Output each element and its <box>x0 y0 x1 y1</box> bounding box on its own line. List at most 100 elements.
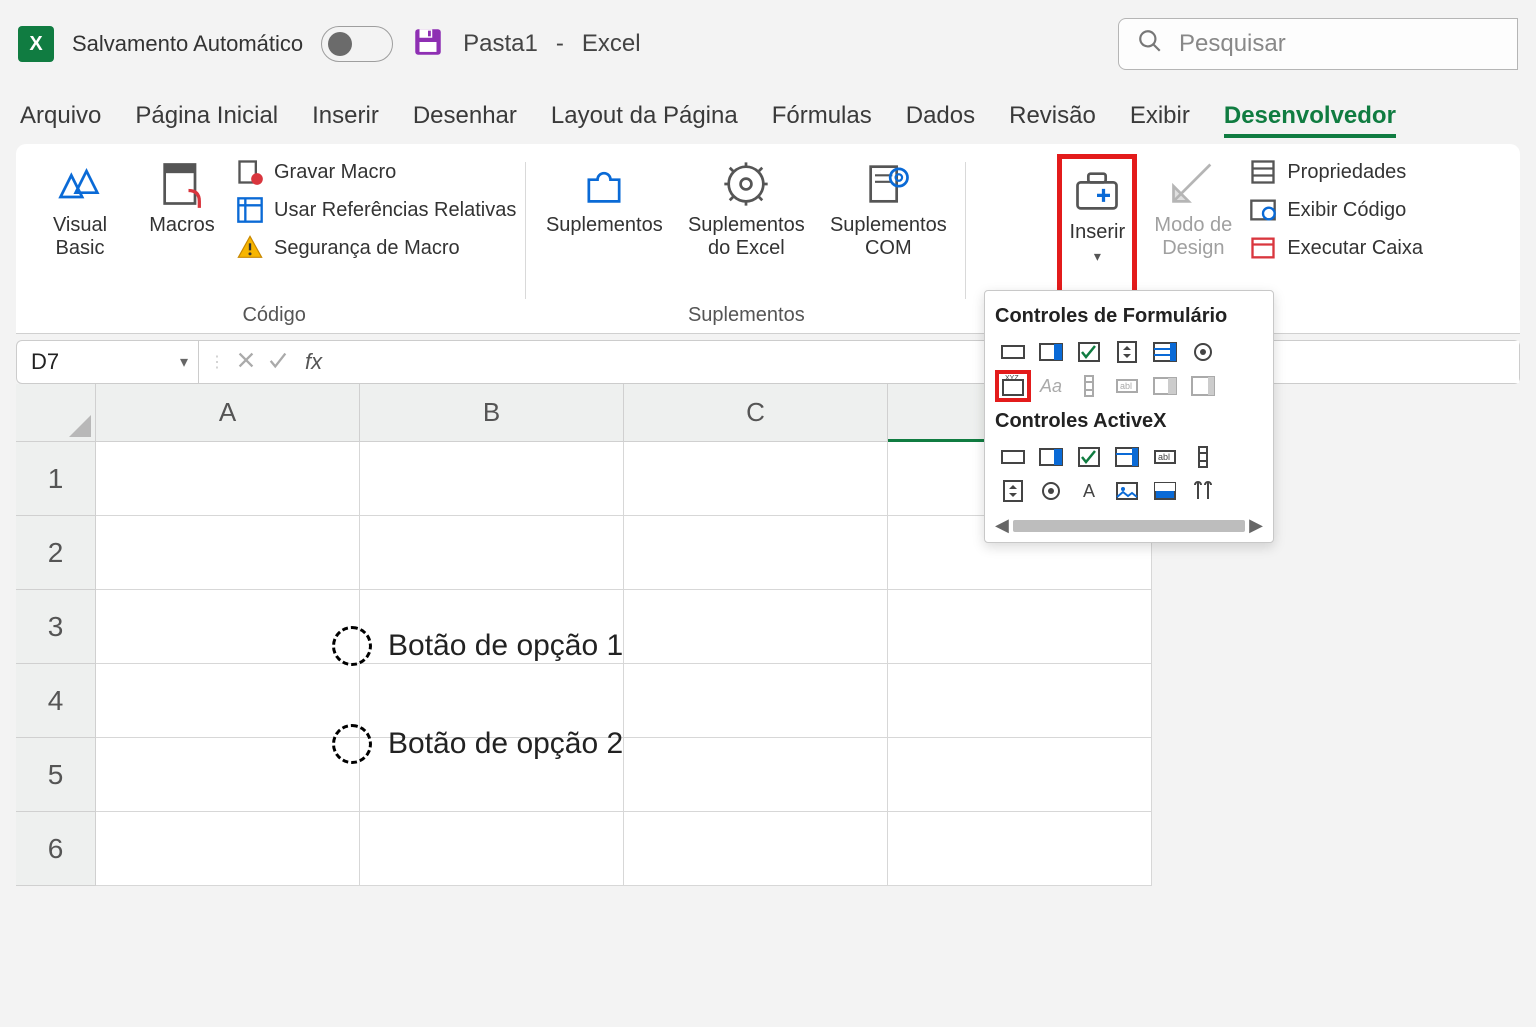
form-combo-control[interactable] <box>1033 336 1069 368</box>
col-header-a[interactable]: A <box>96 384 360 442</box>
com-addins-button[interactable]: Suplementos COM <box>820 154 956 304</box>
form-label-control[interactable]: Aa <box>1033 370 1069 402</box>
cell[interactable] <box>624 442 888 516</box>
cell[interactable] <box>888 664 1152 738</box>
form-dropdown-edit-control[interactable] <box>1185 370 1221 402</box>
addins-button[interactable]: Suplementos <box>536 154 672 304</box>
option-button-1[interactable]: Botão de opção 1 <box>332 626 623 666</box>
macro-security-button[interactable]: Segurança de Macro <box>236 234 516 262</box>
form-scrollbar-control[interactable] <box>1071 370 1107 402</box>
properties-button[interactable]: Propriedades <box>1249 158 1423 186</box>
option-button-2[interactable]: Botão de opção 2 <box>332 724 623 764</box>
insert-controls-button[interactable]: Inserir ▾ <box>1057 154 1137 304</box>
tab-file[interactable]: Arquivo <box>20 102 101 138</box>
cancel-formula-icon[interactable] <box>235 349 257 376</box>
ribbon-group-addins: Suplementos Suplementos do Excel Supleme… <box>526 154 966 333</box>
cell[interactable] <box>624 516 888 590</box>
ax-button-control[interactable] <box>995 441 1031 473</box>
form-option-control[interactable] <box>1185 336 1221 368</box>
tab-insert[interactable]: Inserir <box>312 102 379 138</box>
view-code-button[interactable]: Exibir Código <box>1249 196 1423 224</box>
cell[interactable] <box>96 516 360 590</box>
excel-addins-button[interactable]: Suplementos do Excel <box>678 154 814 304</box>
autosave-toggle[interactable] <box>321 26 393 62</box>
tab-view[interactable]: Exibir <box>1130 102 1190 138</box>
visual-basic-button[interactable]: Visual Basic <box>32 154 128 304</box>
scroll-left-icon[interactable]: ◀ <box>995 515 1009 536</box>
fx-icon[interactable]: fx <box>299 349 328 375</box>
cell[interactable] <box>888 812 1152 886</box>
formula-input[interactable] <box>338 341 1519 383</box>
ax-toggle-control[interactable] <box>1147 475 1183 507</box>
tab-home[interactable]: Página Inicial <box>135 102 278 138</box>
ax-listbox-control[interactable] <box>1109 441 1145 473</box>
ax-image-control[interactable] <box>1109 475 1145 507</box>
ribbon: Visual Basic Macros Gravar Macro <box>16 144 1520 334</box>
com-addins-label: Suplementos COM <box>822 214 954 260</box>
ax-combo-control[interactable] <box>1033 441 1069 473</box>
tab-review[interactable]: Revisão <box>1009 102 1096 138</box>
name-box[interactable]: D7 ▾ <box>17 341 199 383</box>
col-header-c[interactable]: C <box>624 384 888 442</box>
cell[interactable] <box>96 442 360 516</box>
ax-spinner-control[interactable] <box>995 475 1031 507</box>
row-header-2[interactable]: 2 <box>16 516 96 590</box>
row-header-5[interactable]: 5 <box>16 738 96 812</box>
form-checkbox-control[interactable] <box>1071 336 1107 368</box>
use-relative-refs-button[interactable]: Usar Referências Relativas <box>236 196 516 224</box>
tab-developer[interactable]: Desenvolvedor <box>1224 102 1396 138</box>
save-icon[interactable] <box>411 25 445 64</box>
row-header-3[interactable]: 3 <box>16 590 96 664</box>
record-macro-button[interactable]: Gravar Macro <box>236 158 516 186</box>
run-dialog-button[interactable]: Executar Caixa <box>1249 234 1423 262</box>
ax-checkbox-control[interactable] <box>1071 441 1107 473</box>
excel-addins-label: Suplementos do Excel <box>680 214 812 260</box>
search-box[interactable] <box>1118 18 1518 70</box>
row-header-1[interactable]: 1 <box>16 442 96 516</box>
row-header-4[interactable]: 4 <box>16 664 96 738</box>
ax-textbox-control[interactable]: abl <box>1147 441 1183 473</box>
insert-controls-label: Inserir <box>1070 221 1126 244</box>
form-spinner-control[interactable] <box>1109 336 1145 368</box>
cell[interactable] <box>624 590 888 664</box>
cell[interactable] <box>96 664 360 738</box>
col-header-b[interactable]: B <box>360 384 624 442</box>
cell[interactable] <box>360 516 624 590</box>
macros-button[interactable]: Macros <box>134 154 230 304</box>
form-listbox-control[interactable] <box>1147 336 1183 368</box>
cell[interactable] <box>360 812 624 886</box>
form-button-control[interactable] <box>995 336 1031 368</box>
visual-basic-label: Visual Basic <box>34 214 126 260</box>
enter-formula-icon[interactable] <box>267 349 289 376</box>
search-icon <box>1137 28 1163 61</box>
cell[interactable] <box>624 812 888 886</box>
cell[interactable] <box>360 442 624 516</box>
popup-scrollbar[interactable]: ◀ ▶ <box>995 515 1263 536</box>
tab-page-layout[interactable]: Layout da Página <box>551 102 738 138</box>
cell[interactable] <box>96 738 360 812</box>
scroll-right-icon[interactable]: ▶ <box>1249 515 1263 536</box>
form-textfield-control[interactable]: abl <box>1109 370 1145 402</box>
tab-formulas[interactable]: Fórmulas <box>772 102 872 138</box>
form-combo-edit-control[interactable] <box>1147 370 1183 402</box>
design-mode-button[interactable]: Modo de Design <box>1143 154 1243 304</box>
cell[interactable] <box>888 590 1152 664</box>
ax-option-control[interactable] <box>1033 475 1069 507</box>
cell[interactable] <box>888 738 1152 812</box>
cell[interactable] <box>96 590 360 664</box>
chevron-down-icon[interactable]: ▾ <box>180 352 188 372</box>
ax-more-controls[interactable] <box>1185 475 1221 507</box>
tab-data[interactable]: Dados <box>906 102 975 138</box>
form-groupbox-control[interactable]: XYZ <box>995 370 1031 402</box>
cell[interactable] <box>624 738 888 812</box>
scroll-track[interactable] <box>1013 520 1245 532</box>
row-header-6[interactable]: 6 <box>16 812 96 886</box>
cell[interactable] <box>96 812 360 886</box>
select-all-cell[interactable] <box>16 384 96 442</box>
ax-label-control[interactable]: A <box>1071 475 1107 507</box>
toolbox-icon <box>1071 165 1123 217</box>
ax-scrollbar-control[interactable] <box>1185 441 1221 473</box>
cell[interactable] <box>624 664 888 738</box>
search-input[interactable] <box>1179 30 1499 58</box>
tab-draw[interactable]: Desenhar <box>413 102 517 138</box>
